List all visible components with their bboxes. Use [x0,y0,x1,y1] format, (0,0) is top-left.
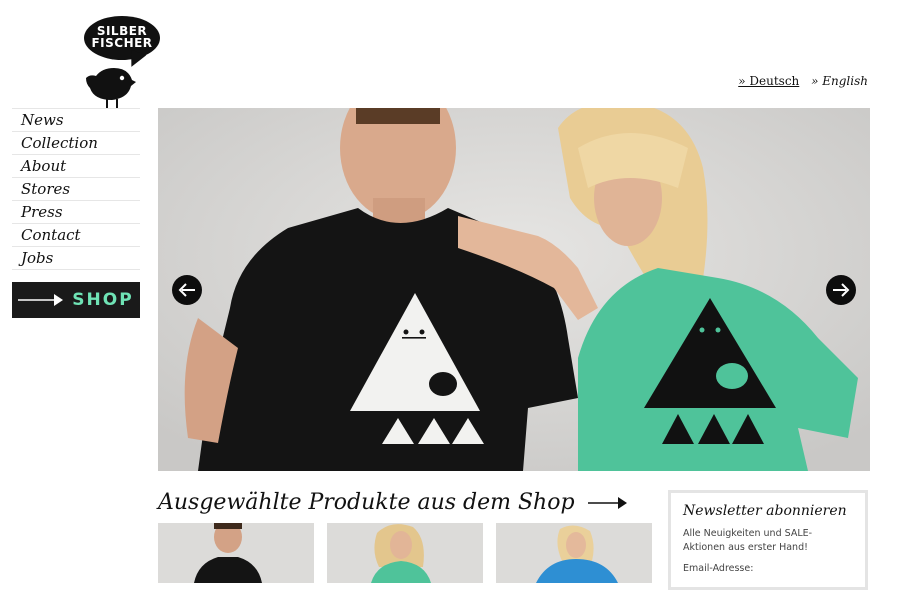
newsletter-title: Newsletter abonnieren [683,503,847,519]
nav-item-jobs[interactable]: Jobs [12,247,140,270]
slideshow-next-button[interactable] [826,275,856,305]
shop-button[interactable]: SHOP [12,282,140,318]
nav-item-press[interactable]: Press [12,201,140,224]
hero-slideshow [158,108,870,471]
newsletter-description: Alle Neuigkeiten und SALE-Aktionen aus e… [683,528,813,553]
nav-item-contact[interactable]: Contact [12,224,140,247]
product-thumbnail[interactable] [327,523,483,583]
nav-item-about[interactable]: About [12,155,140,178]
nav-item-collection[interactable]: Collection [12,132,140,155]
product-thumbnail[interactable] [158,523,314,583]
newsletter-box: Newsletter abonnieren Alle Neuigkeiten u… [668,490,868,590]
featured-products-heading[interactable]: Ausgewählte Produkte aus dem Shop [158,490,628,515]
product-image [496,523,652,583]
hero-image [158,108,870,471]
nav-item-stores[interactable]: Stores [12,178,140,201]
product-image [158,523,314,583]
product-image [327,523,483,583]
main-navigation: News Collection About Stores Press Conta… [12,108,140,270]
language-link-deutsch[interactable]: » Deutsch [738,74,799,88]
silberfischer-logo[interactable]: SILBER FISCHER [84,16,164,110]
arrow-left-icon [178,283,195,297]
bird-icon [86,68,136,109]
long-arrow-right-icon [587,497,627,509]
language-switcher: » Deutsch » English [738,74,870,88]
product-thumbnail[interactable] [496,523,652,583]
nav-item-news[interactable]: News [12,108,140,132]
arrow-right-icon [833,283,850,297]
language-link-english[interactable]: » English [811,74,868,88]
slideshow-prev-button[interactable] [172,275,202,305]
logo-wordmark: SILBER FISCHER [91,24,153,50]
shop-button-label: SHOP [72,290,134,310]
newsletter-email-label: Email-Adresse: [683,563,754,574]
long-arrow-right-icon [18,294,64,306]
